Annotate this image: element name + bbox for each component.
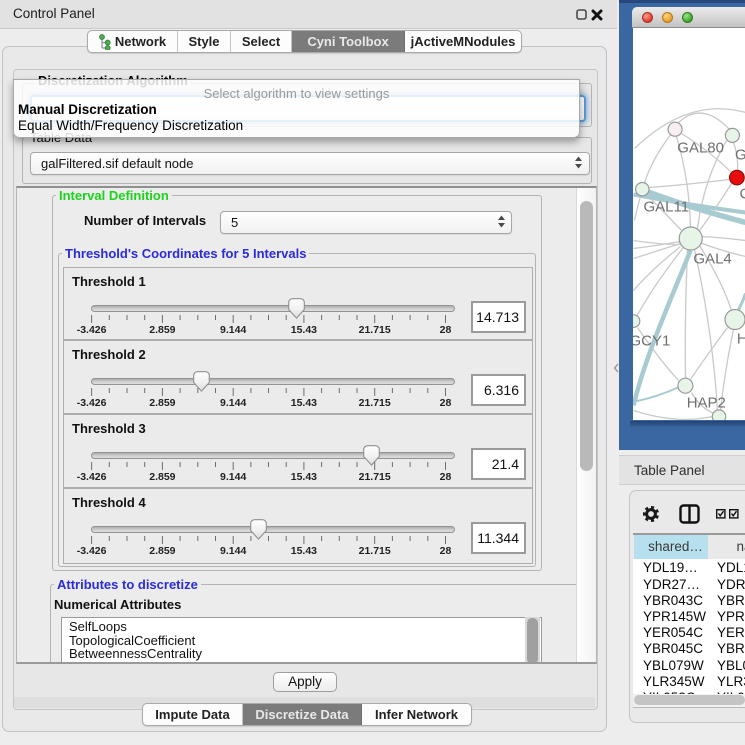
svg-text:HAP2: HAP2 bbox=[686, 394, 725, 411]
svg-text:GAL4: GAL4 bbox=[693, 250, 731, 267]
svg-text:H: H bbox=[736, 330, 745, 347]
svg-text:GAL11: GAL11 bbox=[643, 198, 689, 215]
svg-text:GA: GA bbox=[735, 146, 745, 163]
svg-text:GAL80: GAL80 bbox=[677, 139, 724, 156]
svg-text:C: C bbox=[739, 185, 745, 202]
svg-text:GCY1: GCY1 bbox=[633, 332, 670, 349]
